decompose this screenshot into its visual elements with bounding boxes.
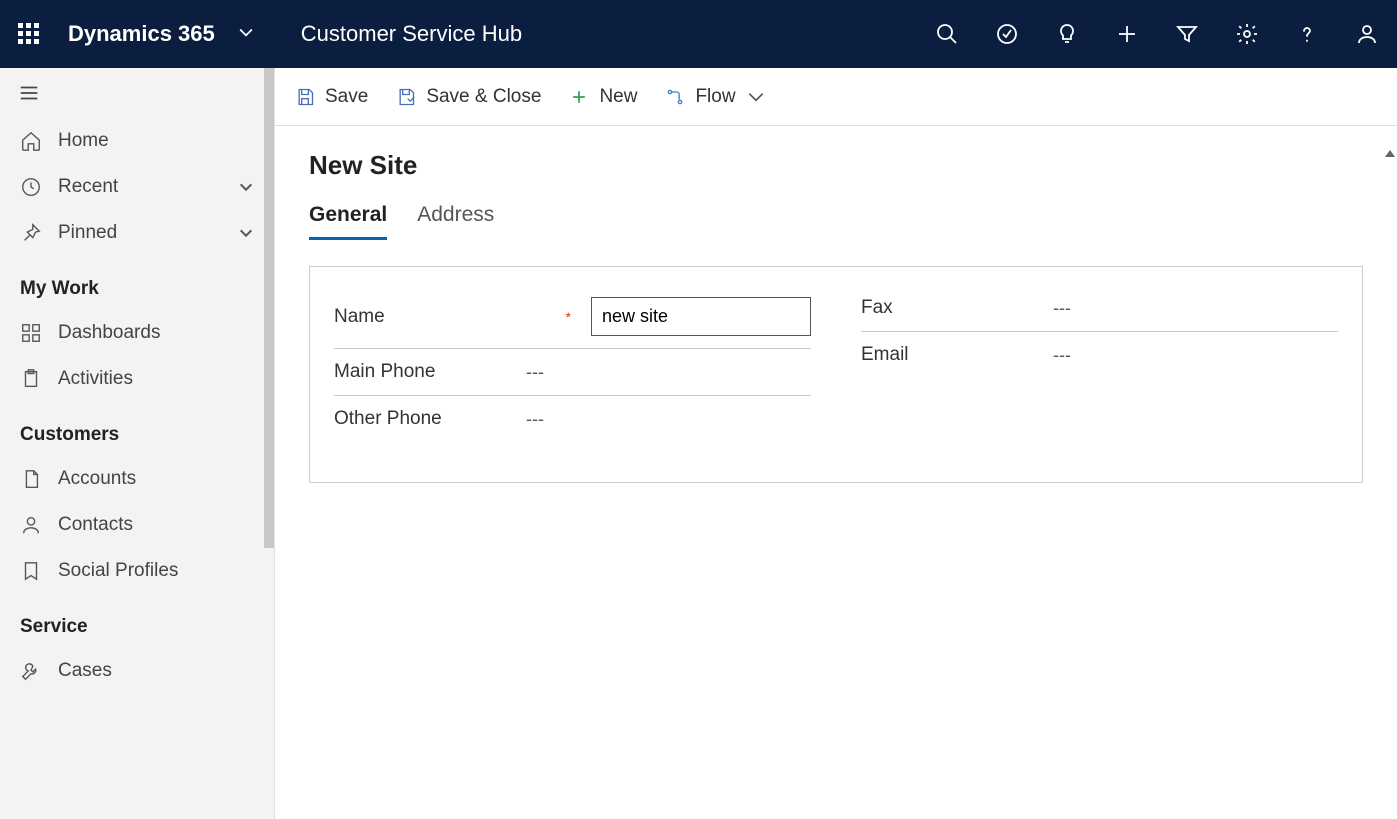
- person-icon: [20, 514, 42, 536]
- chevron-down-icon: [746, 87, 766, 107]
- form-panel: Name * Main Phone --- Other Phone ---: [309, 266, 1363, 483]
- document-icon: [20, 468, 42, 490]
- nav-label: Activities: [58, 368, 133, 390]
- nav-label: Dashboards: [58, 322, 160, 344]
- sidebar-group-customers: Customers: [0, 402, 274, 456]
- top-navigation-bar: Dynamics 365 Customer Service Hub: [0, 0, 1397, 68]
- bookmark-icon: [20, 560, 42, 582]
- plus-icon: [569, 87, 589, 107]
- other-phone-value[interactable]: ---: [526, 409, 544, 430]
- search-icon[interactable]: [935, 22, 959, 46]
- save-close-button[interactable]: Save & Close: [396, 86, 541, 108]
- dashboard-icon: [20, 322, 42, 344]
- filter-icon[interactable]: [1175, 22, 1199, 46]
- name-input[interactable]: [591, 297, 811, 336]
- sidebar-item-accounts[interactable]: Accounts: [0, 456, 274, 502]
- sidebar: Home Recent Pinned My Work Dashboards Ac…: [0, 68, 275, 819]
- sidebar-item-activities[interactable]: Activities: [0, 356, 274, 402]
- sidebar-group-service: Service: [0, 594, 274, 648]
- tab-address[interactable]: Address: [417, 203, 494, 240]
- command-label: Save: [325, 86, 368, 108]
- sidebar-toggle[interactable]: [0, 68, 274, 118]
- field-label: Fax: [861, 297, 1041, 319]
- lightbulb-icon[interactable]: [1055, 22, 1079, 46]
- nav-label: Pinned: [58, 222, 117, 244]
- home-icon: [20, 130, 42, 152]
- save-close-icon: [396, 87, 416, 107]
- clipboard-icon: [20, 368, 42, 390]
- main-phone-value[interactable]: ---: [526, 362, 544, 383]
- command-label: Save & Close: [426, 86, 541, 108]
- page-title: New Site: [309, 150, 1363, 181]
- task-icon[interactable]: [995, 22, 1019, 46]
- chevron-down-icon: [238, 225, 254, 241]
- chevron-down-icon: [238, 179, 254, 195]
- sidebar-item-pinned[interactable]: Pinned: [0, 210, 274, 256]
- field-name: Name *: [334, 285, 811, 349]
- help-icon[interactable]: [1295, 22, 1319, 46]
- nav-label: Accounts: [58, 468, 136, 490]
- gear-icon[interactable]: [1235, 22, 1259, 46]
- wrench-icon: [20, 660, 42, 682]
- nav-label: Cases: [58, 660, 112, 682]
- field-label: Email: [861, 344, 1041, 366]
- tab-general[interactable]: General: [309, 203, 387, 240]
- save-button[interactable]: Save: [295, 86, 368, 108]
- nav-label: Recent: [58, 176, 118, 198]
- field-fax: Fax ---: [861, 285, 1338, 332]
- sidebar-item-recent[interactable]: Recent: [0, 164, 274, 210]
- flow-icon: [665, 87, 685, 107]
- scroll-up-icon[interactable]: [1385, 150, 1395, 157]
- required-indicator: *: [566, 309, 571, 325]
- field-other-phone: Other Phone ---: [334, 396, 811, 442]
- email-value[interactable]: ---: [1053, 345, 1071, 366]
- field-label: Other Phone: [334, 408, 514, 430]
- content-area: New Site General Address Name * Mai: [275, 126, 1397, 819]
- brand-name[interactable]: Dynamics 365: [68, 21, 215, 47]
- field-email: Email ---: [861, 332, 1338, 378]
- field-label: Name: [334, 306, 514, 328]
- app-name: Customer Service Hub: [301, 21, 522, 47]
- save-icon: [295, 87, 315, 107]
- field-main-phone: Main Phone ---: [334, 349, 811, 396]
- waffle-menu-icon[interactable]: [18, 23, 40, 45]
- command-bar: Save Save & Close New Flow: [275, 68, 1397, 126]
- plus-icon[interactable]: [1115, 22, 1139, 46]
- sidebar-item-social-profiles[interactable]: Social Profiles: [0, 548, 274, 594]
- sidebar-item-cases[interactable]: Cases: [0, 648, 274, 694]
- sidebar-item-dashboards[interactable]: Dashboards: [0, 310, 274, 356]
- sidebar-item-home[interactable]: Home: [0, 118, 274, 164]
- nav-label: Contacts: [58, 514, 133, 536]
- flow-button[interactable]: Flow: [665, 86, 765, 108]
- pin-icon: [20, 222, 42, 244]
- new-button[interactable]: New: [569, 86, 637, 108]
- person-icon[interactable]: [1355, 22, 1379, 46]
- scrollbar-thumb[interactable]: [264, 68, 274, 548]
- main-content: Save Save & Close New Flow New Site Gene…: [275, 68, 1397, 819]
- chevron-down-icon[interactable]: [239, 26, 253, 43]
- command-label: Flow: [695, 86, 735, 108]
- sidebar-group-mywork: My Work: [0, 256, 274, 310]
- nav-label: Home: [58, 130, 109, 152]
- sidebar-item-contacts[interactable]: Contacts: [0, 502, 274, 548]
- fax-value[interactable]: ---: [1053, 298, 1071, 319]
- command-label: New: [599, 86, 637, 108]
- field-label: Main Phone: [334, 361, 514, 383]
- clock-icon: [20, 176, 42, 198]
- tabs: General Address: [309, 203, 1363, 240]
- nav-label: Social Profiles: [58, 560, 178, 582]
